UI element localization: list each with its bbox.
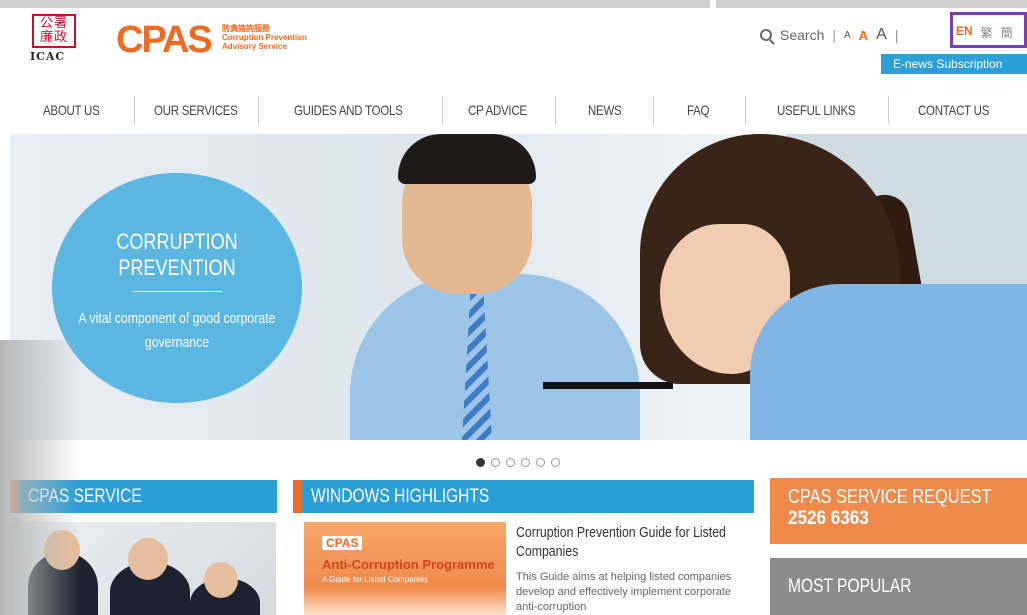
hero-image-man <box>340 134 640 440</box>
icac-logo-text: ICAC <box>30 50 66 63</box>
font-size-small-button[interactable]: A <box>844 30 851 41</box>
nav-divider <box>745 96 746 124</box>
nav-contact-us[interactable]: CONTACT US <box>918 102 989 118</box>
carousel-dot-5[interactable] <box>536 458 545 467</box>
divider: | <box>832 27 836 43</box>
cpas-logo-tagline: 防貪諮詢服務 Corruption Prevention Advisory Se… <box>222 24 312 51</box>
hero-title: CORRUPTION PREVENTION <box>116 229 238 280</box>
nav-guides-and-tools[interactable]: GUIDES AND TOOLS <box>294 102 403 118</box>
font-size-medium-button[interactable]: A <box>859 28 868 43</box>
nav-useful-links[interactable]: USEFUL LINKS <box>777 102 856 118</box>
icac-logo-seal: 公署 廉政 <box>32 14 76 48</box>
carousel-dot-2[interactable] <box>491 458 500 467</box>
lang-tc-button[interactable]: 繁 <box>981 24 993 41</box>
highlight-description: This Guide aims at helping listed compan… <box>516 571 732 613</box>
hero-subtitle: A vital component of good corporate gove… <box>78 310 276 351</box>
divider: | <box>894 27 899 43</box>
hero-banner[interactable]: CORRUPTION PREVENTION A vital component … <box>10 134 1027 440</box>
nav-divider <box>555 96 556 124</box>
book-logo: CPAS <box>322 536 363 550</box>
book-subtitle: A Guide for Listed Companies <box>322 575 429 584</box>
shadow-overlay <box>0 340 80 615</box>
nav-cp-advice[interactable]: CP ADVICE <box>468 102 527 118</box>
nav-divider <box>134 96 135 124</box>
carousel-dot-4[interactable] <box>521 458 530 467</box>
lang-sc-button[interactable]: 簡 <box>1001 24 1013 41</box>
person-face <box>204 562 238 598</box>
window-top-strip-right <box>716 0 1027 8</box>
highlight-cover-image[interactable]: CPAS Anti-Corruption Programme A Guide f… <box>304 522 506 615</box>
lang-en-button[interactable]: EN <box>956 24 973 41</box>
nav-faq[interactable]: FAQ <box>687 102 709 118</box>
service-request-title: CPAS SERVICE REQUEST <box>788 486 992 508</box>
nav-our-services[interactable]: OUR SERVICES <box>154 102 238 118</box>
woman-shirt <box>750 284 1027 440</box>
nav-divider <box>888 96 889 124</box>
search-link[interactable]: Search <box>780 27 824 43</box>
icac-logo[interactable]: 公署 廉政 ICAC <box>28 14 82 63</box>
most-popular-heading-text: MOST POPULAR <box>788 576 912 597</box>
man-hair <box>398 134 536 184</box>
nav-about-us[interactable]: ABOUT US <box>43 102 100 118</box>
windows-highlights-heading-text: WINDOWS HIGHLIGHTS <box>311 486 490 507</box>
hero-image-woman <box>640 134 1027 440</box>
highlight-title-link[interactable]: Corruption Prevention Guide for Listed C… <box>516 523 736 561</box>
cpas-tagline-en: Corruption Prevention Advisory Service <box>222 33 307 51</box>
cpas-logo[interactable]: CPAS 防貪諮詢服務 Corruption Prevention Adviso… <box>116 19 307 61</box>
redaction-bar <box>543 382 673 389</box>
window-top-strip <box>0 0 710 8</box>
book-title: Anti-Corruption Programme <box>322 557 495 572</box>
cpas-logo-mark: CPAS <box>116 19 213 61</box>
nav-divider <box>653 96 654 124</box>
service-request-box[interactable]: CPAS SERVICE REQUEST 2526 6363 <box>770 478 1027 544</box>
nav-divider <box>442 96 443 124</box>
font-size-large-button[interactable]: A <box>876 26 887 44</box>
windows-highlights-heading[interactable]: WINDOWS HIGHLIGHTS <box>293 480 754 513</box>
page: 公署 廉政 ICAC CPAS 防貪諮詢服務 Corruption Preven… <box>0 0 1027 615</box>
man-shirt <box>350 274 640 440</box>
person-face <box>128 538 168 580</box>
nav-divider <box>258 96 259 124</box>
nav-news[interactable]: NEWS <box>588 102 622 118</box>
carousel-dot-1[interactable] <box>476 458 485 467</box>
utility-bar: Search | A A A | <box>760 26 898 44</box>
language-switcher: EN 繁 簡 <box>956 24 1013 41</box>
hero-caption-circle: CORRUPTION PREVENTION A vital component … <box>52 173 302 403</box>
service-request-phone: 2526 6363 <box>788 508 869 529</box>
carousel-dot-3[interactable] <box>506 458 515 467</box>
search-icon[interactable] <box>760 29 772 41</box>
cpas-tagline-cn: 防貪諮詢服務 <box>222 24 270 33</box>
main-nav: ABOUT US OUR SERVICES GUIDES AND TOOLS C… <box>12 96 1027 126</box>
carousel-dot-6[interactable] <box>551 458 560 467</box>
most-popular-heading[interactable]: MOST POPULAR <box>770 558 1027 615</box>
carousel-dots <box>476 458 560 467</box>
hero-divider <box>132 291 222 292</box>
enews-subscription-button[interactable]: E-news Subscription <box>881 54 1027 74</box>
